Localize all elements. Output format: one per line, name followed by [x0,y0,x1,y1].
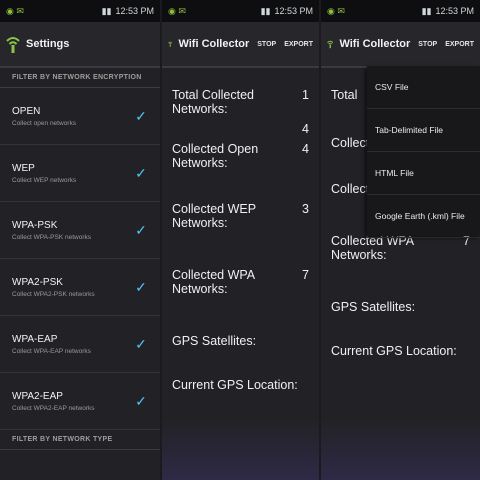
collector-export-screen: ◉ ✉ ▮▮ 12:53 PM Wifi Collector STOP EXPOR… [321,0,480,480]
collector-screen: ◉ ✉ ▮▮ 12:53 PM Wifi Collector STOP EXPOR… [162,0,319,480]
stat-label: Current GPS Location: [172,378,298,392]
settings-screen: ◉ ✉ ▮▮ 12:53 PM Settings FILTER BY NETWOR… [0,0,160,480]
stop-button[interactable]: STOP [418,41,437,48]
pref-wpa2-psk[interactable]: WPA2-PSK Collect WPA2-PSK networks ✓ [0,259,160,316]
stat-gps-satellites: GPS Satellites: [162,334,319,348]
stat-label: Total Collected Networks: [172,88,254,116]
stat-wpa: Collected WPA Networks: 7 [321,234,480,262]
checkbox-checked-icon[interactable]: ✓ [134,394,148,408]
pref-title: WPA2-EAP [12,390,63,402]
stat-label: Current GPS Location: [331,344,457,358]
menu-item-tab-delimited[interactable]: Tab-Delimited File [367,109,480,152]
wifi-app-icon [327,40,334,49]
pref-summary: Collect open networks [12,119,76,127]
export-button[interactable]: EXPORT [445,41,474,48]
checkbox-checked-icon[interactable]: ✓ [134,337,148,351]
wifi-status-icon: ◉ ✉ [168,5,186,16]
pref-summary: Collect WPA-EAP networks [12,347,91,355]
stat-value: 4 [302,122,309,136]
checkbox-checked-icon[interactable]: ✓ [134,109,148,123]
wifi-status-icon: ◉ ✉ [6,5,24,16]
stat-label: Collected WEP Networks: [172,202,256,230]
stat-value: 7 [463,234,470,248]
status-time: 12:53 PM [274,6,313,16]
pref-wpa2-eap[interactable]: WPA2-EAP Collect WPA2-EAP networks ✓ [0,373,160,430]
stat-value: 1 [302,88,309,102]
stat-total-continued: 4 [162,122,319,136]
menu-item-kml[interactable]: Google Earth (.kml) File [367,195,480,238]
signal-icon: ▮▮ [421,5,432,16]
action-bar: Wifi Collector STOP EXPORT [162,22,319,68]
checkbox-checked-icon[interactable]: ✓ [134,166,148,180]
stat-wpa: Collected WPA Networks: 7 [162,268,319,296]
action-bar: Wifi Collector STOP EXPORT [321,22,480,68]
status-bar: ◉ ✉ ▮▮ 12:53 PM [321,0,480,22]
wifi-app-icon [6,37,20,53]
stat-value: 4 [302,142,309,156]
stat-gps-satellites: GPS Satellites: [321,300,480,314]
stat-label: Collected Open Networks: [172,142,259,170]
stop-button[interactable]: STOP [257,41,276,48]
stat-value: 3 [302,202,309,216]
pref-title: OPEN [12,105,41,117]
signal-icon: ▮▮ [260,5,271,16]
wifi-status-icon: ◉ ✉ [327,5,345,16]
stat-gps-location: Current GPS Location: [162,378,319,392]
pref-wpa-psk[interactable]: WPA-PSK Collect WPA-PSK networks ✓ [0,202,160,259]
stat-value: 7 [302,268,309,282]
status-bar: ◉ ✉ ▮▮ 12:53 PM [0,0,160,22]
pref-summary: Collect WPA2-PSK networks [12,290,95,298]
pref-title: WPA-PSK [12,219,58,231]
stat-label: Collected WPA Networks: [172,268,255,296]
section-header-encryption: FILTER BY NETWORK ENCRYPTION [0,68,160,88]
status-time: 12:53 PM [435,6,474,16]
stat-open: Collected Open Networks: 4 [162,142,319,170]
page-title: Wifi Collector [339,38,411,50]
background-shade [162,420,319,480]
status-time: 12:53 PM [115,6,154,16]
pref-open[interactable]: OPEN Collect open networks ✓ [0,88,160,145]
stat-label: Collected WPA Networks: [331,234,414,262]
action-bar: Settings [0,22,160,68]
wifi-app-icon [168,41,173,47]
signal-icon: ▮▮ [101,5,112,16]
status-bar: ◉ ✉ ▮▮ 12:53 PM [162,0,319,22]
pref-summary: Collect WPA-PSK networks [12,233,91,241]
pref-title: WPA-EAP [12,333,58,345]
background-shade [321,420,480,480]
export-button[interactable]: EXPORT [284,41,313,48]
menu-item-csv[interactable]: CSV File [367,66,480,109]
pref-summary: Collect WPA2-EAP networks [12,404,95,412]
stat-gps-location: Current GPS Location: [321,344,480,358]
stat-total: Total Collected Networks: 1 [162,88,319,116]
stat-wep: Collected WEP Networks: 3 [162,202,319,230]
pref-wpa-eap[interactable]: WPA-EAP Collect WPA-EAP networks ✓ [0,316,160,373]
pref-title: WEP [12,162,35,174]
pref-summary: Collect WEP networks [12,176,77,184]
stat-label: GPS Satellites: [172,334,257,348]
page-title: Wifi Collector [178,38,250,50]
stat-label: GPS Satellites: [331,300,416,314]
export-menu: CSV File Tab-Delimited File HTML File Go… [367,66,480,238]
pref-wep[interactable]: WEP Collect WEP networks ✓ [0,145,160,202]
menu-item-html[interactable]: HTML File [367,152,480,195]
checkbox-checked-icon[interactable]: ✓ [134,223,148,237]
checkbox-checked-icon[interactable]: ✓ [134,280,148,294]
section-header-type: FILTER BY NETWORK TYPE [0,430,160,450]
page-title: Settings [26,38,70,50]
pref-title: WPA2-PSK [12,276,63,288]
